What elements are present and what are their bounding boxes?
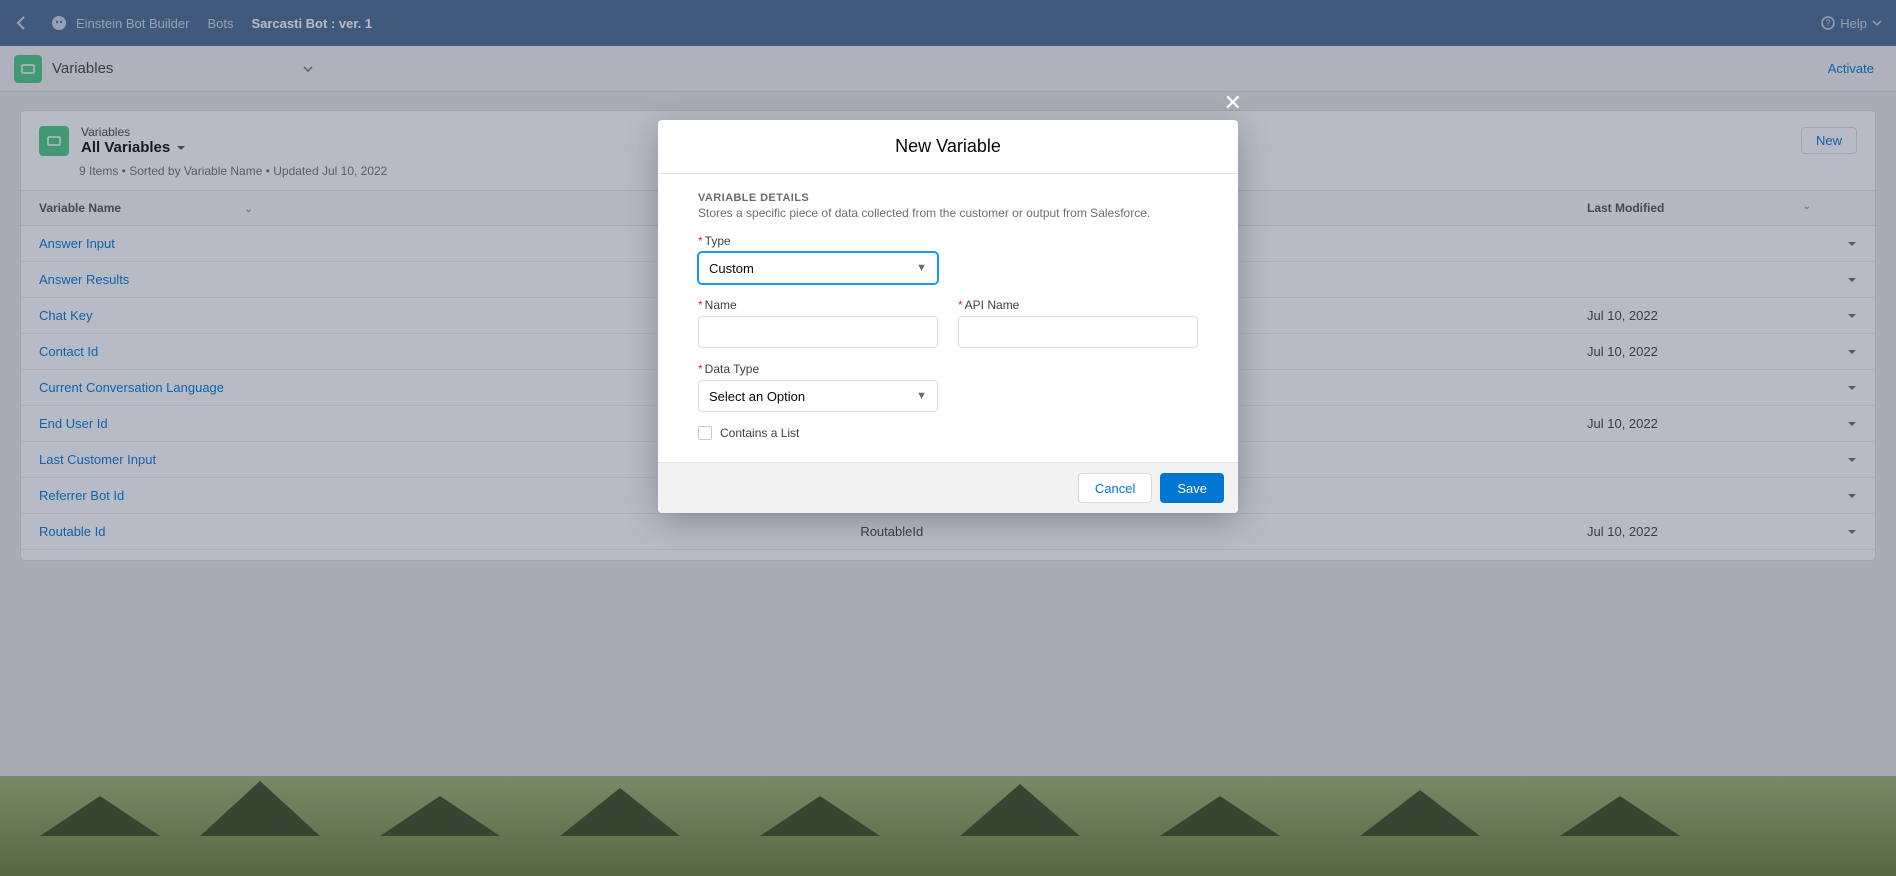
- variable-details-desc: Stores a specific piece of data collecte…: [698, 206, 1198, 220]
- caret-down-icon: ▼: [916, 390, 927, 402]
- name-label: Name: [705, 298, 737, 312]
- contains-list-label: Contains a List: [720, 426, 799, 440]
- name-input[interactable]: [698, 316, 938, 348]
- data-type-select[interactable]: Select an Option ▼: [698, 380, 938, 412]
- modal-title: New Variable: [658, 120, 1238, 174]
- type-select-value: Custom: [709, 261, 754, 276]
- save-button[interactable]: Save: [1160, 473, 1224, 503]
- new-variable-modal: ✕ New Variable VARIABLE DETAILS Stores a…: [658, 120, 1238, 513]
- api-name-label: API Name: [965, 298, 1020, 312]
- type-label: Type: [705, 234, 731, 248]
- close-icon[interactable]: ✕: [1224, 92, 1242, 114]
- cancel-button[interactable]: Cancel: [1078, 473, 1152, 503]
- data-type-select-value: Select an Option: [709, 389, 805, 404]
- contains-list-checkbox[interactable]: [698, 426, 712, 440]
- modal-backdrop: ✕ New Variable VARIABLE DETAILS Stores a…: [0, 0, 1896, 876]
- variable-details-label: VARIABLE DETAILS: [698, 192, 1198, 204]
- data-type-label: Data Type: [705, 362, 759, 376]
- caret-down-icon: ▼: [916, 262, 927, 274]
- type-select[interactable]: Custom ▼: [698, 252, 938, 284]
- api-name-input[interactable]: [958, 316, 1198, 348]
